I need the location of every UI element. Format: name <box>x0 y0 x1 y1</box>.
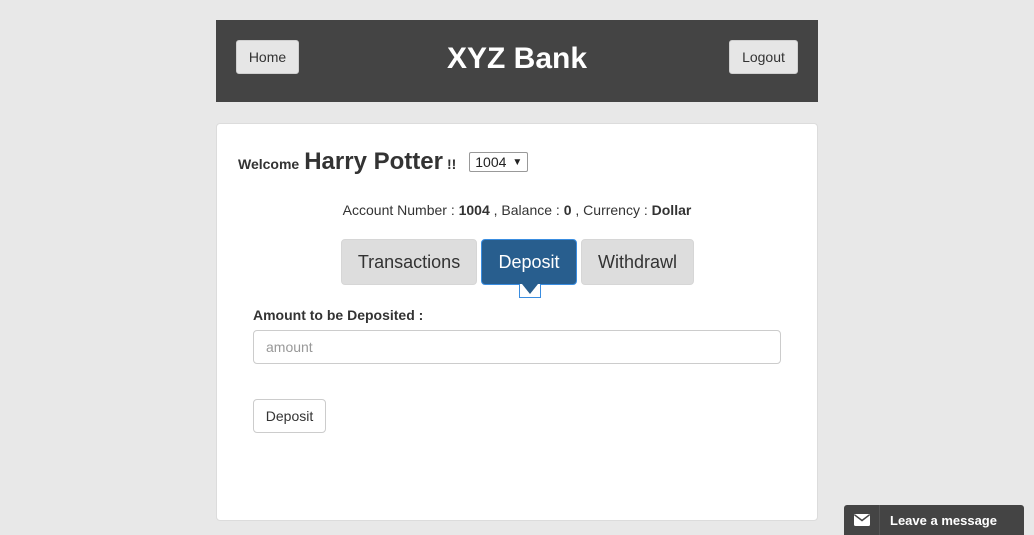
account-select-value: 1004 <box>475 154 507 170</box>
amount-input[interactable] <box>253 330 781 364</box>
account-info: Account Number : 1004 , Balance : 0 , Cu… <box>217 202 817 218</box>
account-select[interactable]: 1004 ▼ <box>469 152 529 172</box>
tab-deposit[interactable]: Deposit <box>481 239 577 298</box>
welcome-prefix: Welcome <box>238 156 300 172</box>
tab-withdrawl[interactable]: Withdrawl <box>581 239 694 285</box>
envelope-icon <box>844 505 880 535</box>
account-panel: Welcome Harry Potter !! 1004 ▼ Account N… <box>216 123 818 521</box>
chevron-down-icon: ▼ <box>512 156 523 168</box>
balance-label: , Balance : <box>493 202 560 218</box>
currency-value: Dollar <box>651 202 692 218</box>
amount-label: Amount to be Deposited : <box>253 307 424 323</box>
welcome-row: Welcome Harry Potter !! 1004 ▼ <box>238 148 529 176</box>
leave-message-label: Leave a message <box>890 512 997 528</box>
currency-label: , Currency : <box>575 202 648 218</box>
tab-deposit-label: Deposit <box>498 251 560 272</box>
account-number-label: Account Number : <box>342 202 455 218</box>
active-tab-pointer-icon <box>519 284 541 298</box>
action-tabs: Transactions Deposit Withdrawl <box>341 239 694 298</box>
tab-transactions[interactable]: Transactions <box>341 239 477 285</box>
deposit-submit-button[interactable]: Deposit <box>253 399 326 433</box>
welcome-suffix: !! <box>446 156 457 172</box>
app-header: Home XYZ Bank Logout <box>216 20 818 102</box>
balance-value: 0 <box>563 202 572 218</box>
bank-title: XYZ Bank <box>446 42 588 75</box>
logout-button[interactable]: Logout <box>729 40 798 74</box>
leave-message-widget[interactable]: Leave a message <box>844 505 1024 535</box>
customer-name: Harry Potter <box>304 148 443 175</box>
account-number-value: 1004 <box>458 202 490 218</box>
